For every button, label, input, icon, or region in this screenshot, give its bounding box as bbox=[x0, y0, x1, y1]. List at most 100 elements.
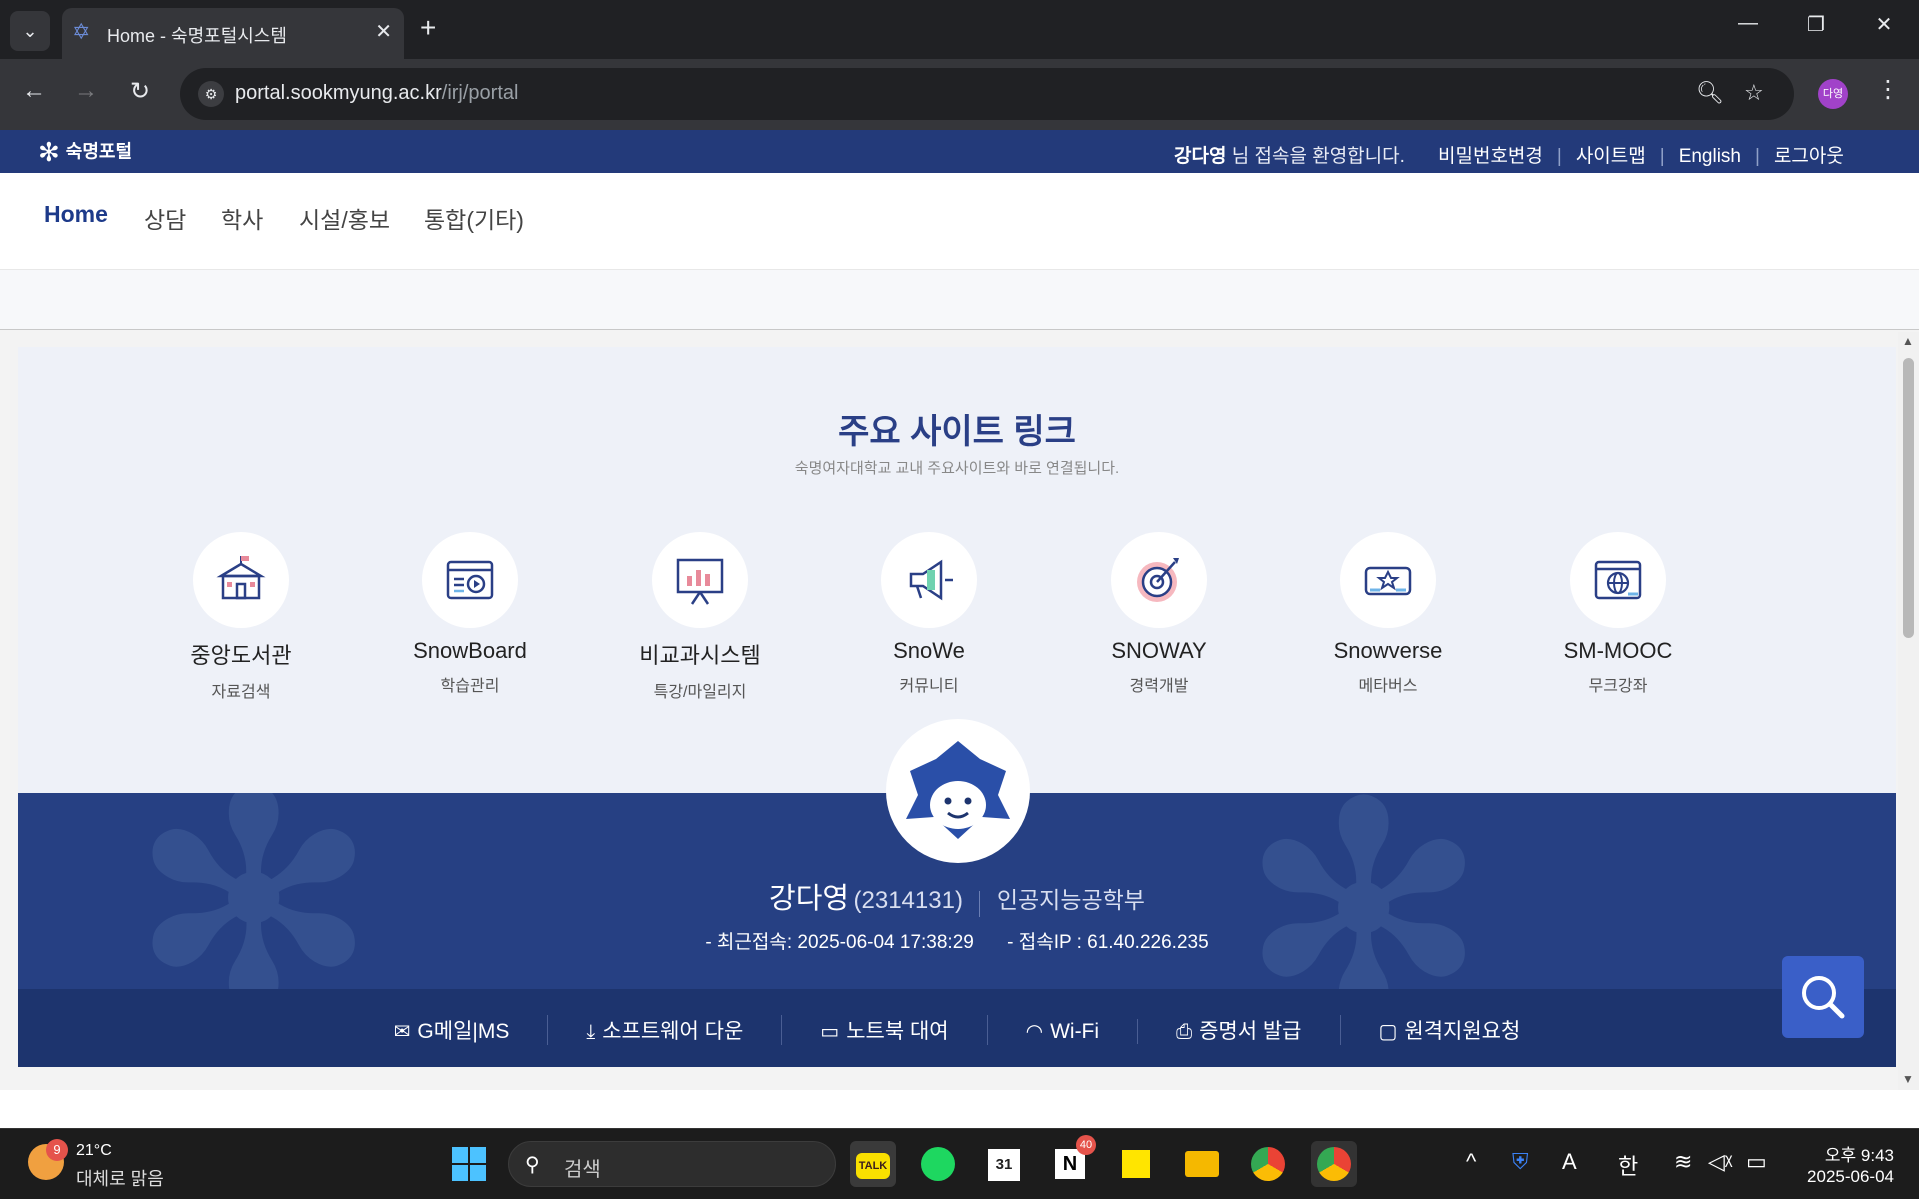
clock-time[interactable]: 오후 9:43 bbox=[1794, 1141, 1894, 1166]
new-tab-button[interactable]: + bbox=[420, 12, 436, 44]
quick-link-certificate[interactable]: ⎙ 증명서 발급 bbox=[1138, 1015, 1341, 1045]
address-bar[interactable]: ⚙ portal.sookmyung.ac.kr/irj/portal 🔍︎ ☆ bbox=[180, 68, 1794, 120]
windows-logo-tile bbox=[470, 1165, 486, 1181]
browser-tab-active[interactable]: ✡ Home - 숙명포털시스템 ✕ bbox=[62, 8, 404, 59]
nav-academic[interactable]: 학사 bbox=[221, 201, 263, 235]
site-info-icon[interactable]: ⚙ bbox=[198, 81, 224, 107]
main-navigation: Home 상담 학사 시설/홍보 통합(기타) bbox=[0, 173, 1919, 270]
tab-search-dropdown-button[interactable]: ⌄ bbox=[10, 11, 50, 51]
nav-facilities[interactable]: 시설/홍보 bbox=[299, 201, 390, 235]
weather-temperature[interactable]: 21°C bbox=[76, 1142, 112, 1160]
site-name: SnowBoard bbox=[413, 638, 527, 663]
bookmark-star-icon[interactable]: ☆ bbox=[1744, 80, 1764, 106]
font-icon[interactable]: A bbox=[1562, 1149, 1577, 1175]
site-icon-circle bbox=[1570, 532, 1666, 628]
access-info-line: - 최근접속: 2025-06-04 17:38:29 - 접속IP : 61.… bbox=[18, 927, 1896, 954]
profile-avatar[interactable]: 다영 bbox=[1818, 79, 1848, 109]
site-icon-circle bbox=[193, 532, 289, 628]
close-window-button[interactable]: ✕ bbox=[1864, 12, 1904, 37]
chrome-profile-icon[interactable] bbox=[1311, 1141, 1357, 1187]
sitemap-link[interactable]: 사이트맵 bbox=[1576, 146, 1646, 167]
minimize-window-button[interactable]: — bbox=[1728, 12, 1768, 35]
portal-top-bar: ✻ 숙명포털 강다영 님 접속을 환영합니다. 비밀번호변경 | 사이트맵 | Engli… bbox=[0, 130, 1919, 173]
last-access-time: - 최근접속: 2025-06-04 17:38:29 bbox=[705, 932, 974, 953]
library-icon bbox=[216, 556, 266, 600]
calendar-icon[interactable]: 31 bbox=[981, 1141, 1027, 1187]
back-arrow-icon[interactable]: ← bbox=[16, 77, 52, 105]
forward-arrow-icon[interactable]: → bbox=[68, 77, 104, 105]
windows-logo-tile bbox=[470, 1147, 486, 1163]
user-info-line: 강다영 (2314131) 인공지능공학부 bbox=[18, 875, 1896, 917]
security-shield-icon[interactable]: ⛨ bbox=[1512, 1149, 1529, 1175]
site-icon-circle bbox=[652, 532, 748, 628]
site-link-snoway[interactable]: SNOWAY 경력개발 bbox=[1064, 532, 1254, 696]
snowflake-logo-icon: ✻ bbox=[38, 137, 60, 167]
reload-icon[interactable]: ↻ bbox=[122, 77, 158, 106]
scroll-down-arrow-icon[interactable]: ▼ bbox=[1902, 1072, 1914, 1086]
url-text[interactable]: portal.sookmyung.ac.kr/irj/portal bbox=[235, 82, 518, 105]
site-icon-circle bbox=[1111, 532, 1207, 628]
site-desc: 무크강좌 bbox=[1588, 678, 1648, 695]
utility-links: 비밀번호변경 | 사이트맵 | English | 로그아웃 bbox=[1438, 141, 1844, 168]
quick-links: ✉ G메일|MS ⤓ 소프트웨어 다운 ▭ 노트북 대여 ◠ Wi-Fi ⎙ 증명서 발급 ▢ 원격지… bbox=[18, 1015, 1896, 1045]
nav-integrated[interactable]: 통합(기타) bbox=[424, 201, 524, 235]
volume-muted-icon[interactable]: ◁ᵡ bbox=[1708, 1149, 1732, 1175]
chrome-icon[interactable] bbox=[1245, 1141, 1291, 1187]
portal-logo[interactable]: ✻ 숙명포털 bbox=[38, 137, 132, 168]
scroll-up-arrow-icon[interactable]: ▲ bbox=[1902, 334, 1914, 348]
quick-link-gmail-ms[interactable]: ✉ G메일|MS bbox=[356, 1015, 549, 1045]
scrollbar-thumb[interactable] bbox=[1903, 358, 1914, 638]
ime-indicator[interactable]: 한 bbox=[1618, 1149, 1638, 1181]
mascot-avatar-icon bbox=[906, 741, 1010, 839]
quick-link-remote-support[interactable]: ▢ 원격지원요청 bbox=[1341, 1015, 1559, 1045]
sticky-notes-icon[interactable] bbox=[1113, 1141, 1159, 1187]
welcome-message: 강다영 님 접속을 환영합니다. bbox=[1174, 141, 1405, 168]
file-explorer-icon[interactable] bbox=[1179, 1141, 1225, 1187]
quick-link-software-download[interactable]: ⤓ 소프트웨어 다운 bbox=[548, 1015, 783, 1045]
start-button[interactable] bbox=[452, 1147, 486, 1181]
quick-link-label: G메일|MS bbox=[417, 1020, 510, 1043]
site-link-library[interactable]: 중앙도서관 자료검색 bbox=[146, 532, 336, 702]
url-path: /irj/portal bbox=[441, 82, 519, 104]
quick-link-laptop-rental[interactable]: ▭ 노트북 대여 bbox=[782, 1015, 988, 1045]
site-link-snowverse[interactable]: Snowverse 메타버스 bbox=[1293, 532, 1483, 696]
site-link-snowe[interactable]: SnoWe 커뮤니티 bbox=[834, 532, 1024, 696]
show-hidden-icons[interactable]: ^ bbox=[1466, 1149, 1476, 1175]
close-tab-icon[interactable]: ✕ bbox=[375, 19, 392, 44]
clock-date[interactable]: 2025-06-04 bbox=[1794, 1167, 1894, 1187]
weather-description[interactable]: 대체로 맑음 bbox=[76, 1165, 164, 1191]
english-link[interactable]: English bbox=[1679, 146, 1741, 167]
user-department: 인공지능공학부 bbox=[996, 887, 1145, 913]
browser-menu-icon[interactable]: ⋮ bbox=[1876, 75, 1900, 104]
change-password-link[interactable]: 비밀번호변경 bbox=[1438, 146, 1543, 167]
user-name: 강다영 bbox=[769, 883, 850, 915]
user-avatar bbox=[886, 719, 1030, 863]
site-link-extracurricular[interactable]: 비교과시스템 특강/마일리지 bbox=[605, 532, 795, 702]
welcome-text: 님 접속을 환영합니다. bbox=[1226, 146, 1405, 167]
quick-link-wifi[interactable]: ◠ Wi-Fi bbox=[988, 1019, 1139, 1044]
logout-link[interactable]: 로그아웃 bbox=[1774, 146, 1844, 167]
search-button[interactable] bbox=[1782, 956, 1864, 1038]
spotify-icon[interactable] bbox=[915, 1141, 961, 1187]
portal-logo-text: 숙명포털 bbox=[65, 141, 133, 162]
link-divider: | bbox=[1556, 146, 1562, 167]
nav-counseling[interactable]: 상담 bbox=[144, 201, 186, 235]
snowflake-favicon-icon: ✡ bbox=[72, 19, 91, 44]
globe-window-icon bbox=[1594, 560, 1642, 600]
restore-window-button[interactable]: ❐ bbox=[1796, 12, 1836, 37]
page-scrollbar[interactable]: ▲ ▼ bbox=[1898, 332, 1919, 1090]
kakaotalk-icon[interactable]: TALK bbox=[850, 1141, 896, 1187]
battery-icon[interactable]: ▭ bbox=[1746, 1149, 1767, 1175]
site-desc: 학습관리 bbox=[440, 678, 500, 695]
zoom-icon[interactable]: 🔍︎ bbox=[1696, 80, 1724, 106]
quick-link-label: 증명서 발급 bbox=[1199, 1020, 1302, 1043]
site-name: SM-MOOC bbox=[1563, 638, 1673, 663]
site-name: 비교과시스템 bbox=[639, 643, 761, 668]
download-icon: ⤓ bbox=[586, 1021, 596, 1043]
site-name: 중앙도서관 bbox=[190, 643, 292, 668]
site-link-snowboard[interactable]: SnowBoard 학습관리 bbox=[375, 532, 565, 696]
taskbar-search[interactable]: ⚲ 검색 bbox=[508, 1141, 836, 1187]
nav-home[interactable]: Home bbox=[44, 201, 108, 228]
site-link-sm-mooc[interactable]: SM-MOOC 무크강좌 bbox=[1523, 532, 1713, 696]
wifi-icon[interactable]: ≋ bbox=[1674, 1149, 1692, 1175]
